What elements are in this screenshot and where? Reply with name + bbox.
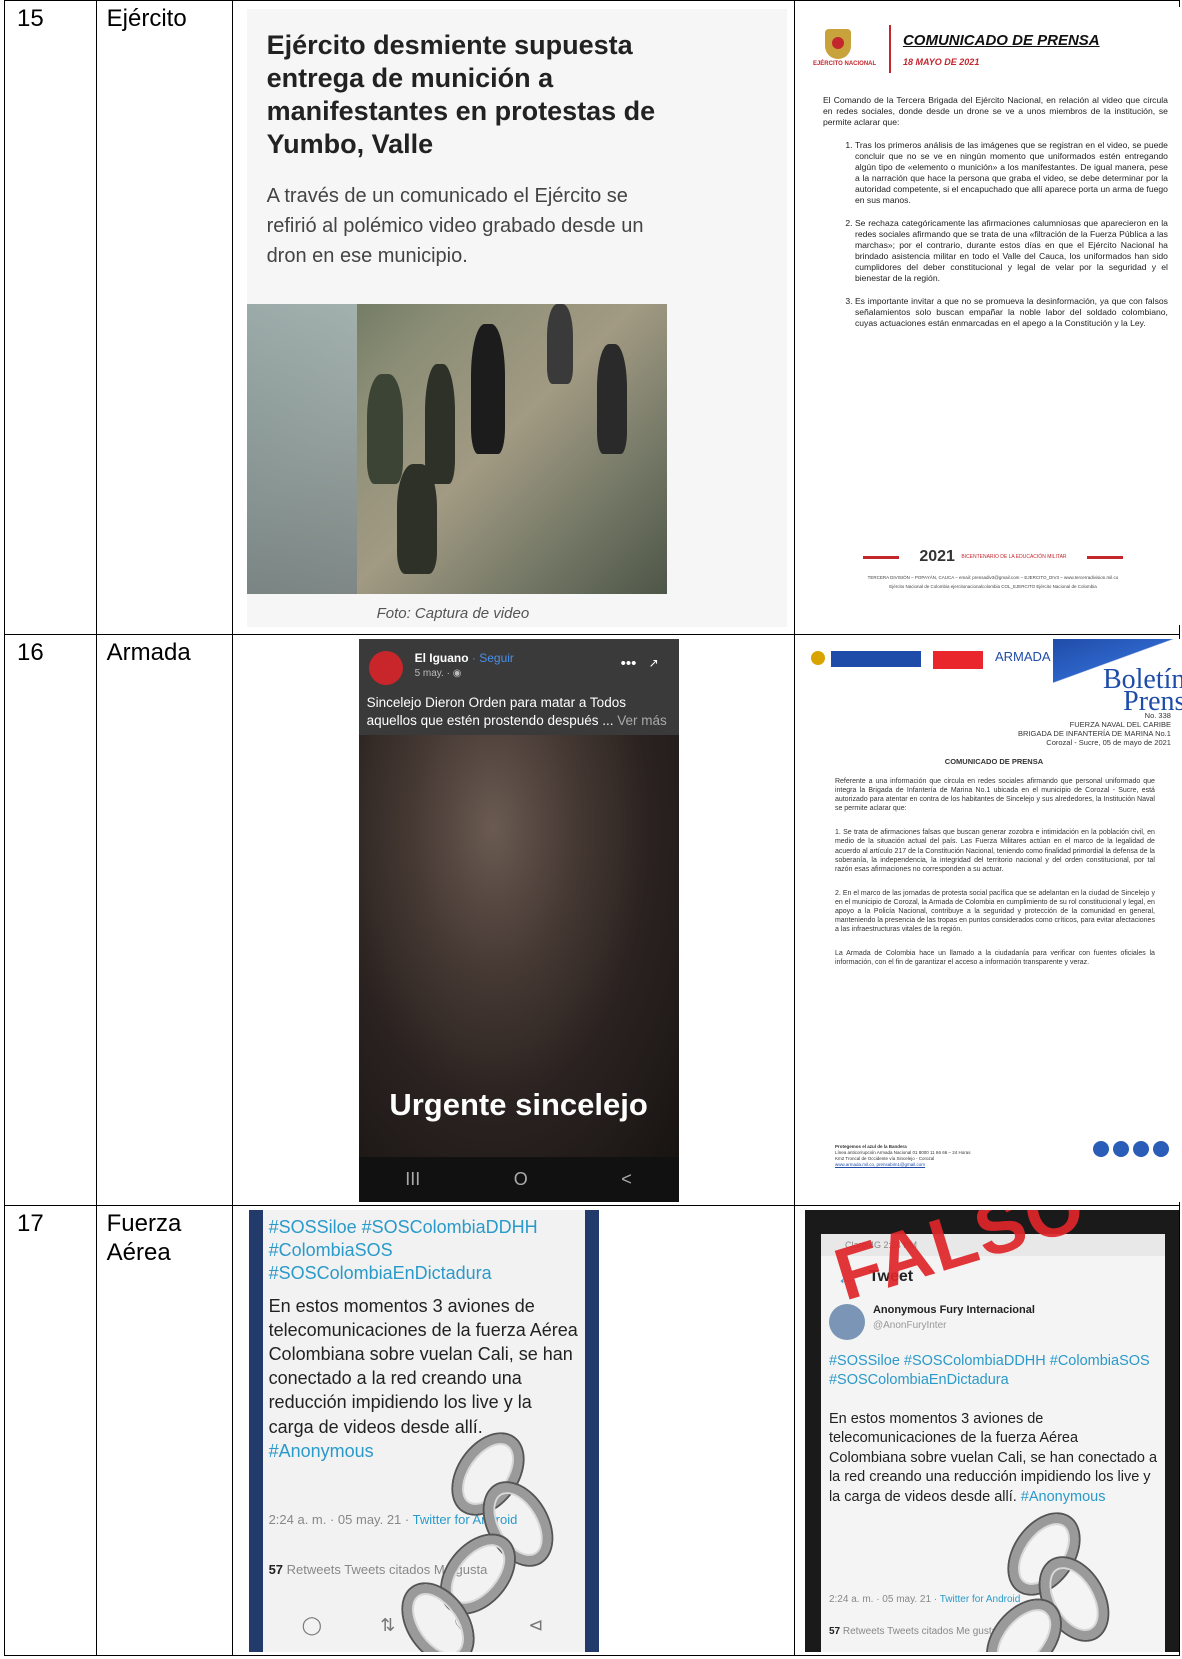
retweet-icon[interactable]: ⇅ — [380, 1615, 395, 1636]
recent-apps-icon[interactable]: III — [405, 1169, 420, 1190]
tweet-screenshot: #SOSSiloe #SOSColombiaDDHH #ColombiaSOS … — [248, 1210, 599, 1652]
news-caption: Foto: Captura de video — [376, 605, 530, 622]
photo-figure — [546, 304, 573, 384]
logo-icon — [1152, 1141, 1169, 1157]
press-release-points: Tras los primeros análisis de las imágen… — [841, 140, 1168, 329]
table-row: 15 Ejército Ejército desmiente supuesta … — [4, 0, 1181, 635]
press-release-title: COMUNICADO DE PRENSA — [902, 32, 1100, 49]
divider — [1086, 555, 1123, 559]
photo-figure — [470, 324, 505, 454]
list-item: Tras los primeros análisis de las imágen… — [855, 140, 1168, 206]
globe-icon: ◉ — [452, 668, 462, 679]
list-item: Se rechaza categóricamente las afirmacio… — [855, 218, 1168, 284]
photo-figure — [424, 364, 455, 484]
row-number: 15 — [4, 0, 97, 635]
home-icon[interactable]: O — [514, 1169, 528, 1190]
tweet-account-handle: @AnonFuryInter — [872, 1320, 947, 1331]
photo-wall — [246, 304, 357, 594]
logo-icon — [1132, 1141, 1149, 1157]
press-release-body: El Comando de la Tercera Brigada del Ejé… — [823, 95, 1168, 341]
tweet-hashtags: #SOSSiloe #SOSColombiaDDHH #ColombiaSOS … — [828, 1353, 1150, 1388]
footer-logos — [1092, 1141, 1169, 1157]
fake-content-cell: #SOSSiloe #SOSColombiaDDHH #ColombiaSOS … — [231, 1205, 795, 1656]
post-author: El Iguano · Seguir — [414, 651, 514, 665]
army-org-name: EJÉRCITO NACIONAL — [812, 61, 877, 67]
tweet-meta: 2:24 a. m. · 05 may. 21 · Twitter for An… — [828, 1594, 1021, 1605]
footer-year: 2021 — [919, 548, 955, 565]
table-row: 16 Armada El Iguano · Seguir 5 may. · ◉ … — [4, 634, 1182, 1206]
row-number: 16 — [4, 634, 97, 1206]
press-release-date: 18 MAYO DE 2021 — [902, 57, 980, 67]
avatar — [368, 651, 403, 685]
share-icon[interactable]: ⊲ — [528, 1615, 543, 1636]
divider — [862, 555, 899, 559]
row-number: 17 — [4, 1205, 97, 1656]
photo-figure — [366, 374, 403, 484]
bulletin-body: Referente a una información que circula … — [835, 777, 1155, 983]
paragraph: 1. Se trata de afirmaciones falsas que b… — [834, 829, 1155, 873]
navy-bulletin: ARMADA DE COLOMBIA BoletínPrens No. 338 … — [802, 639, 1182, 1202]
divider — [888, 25, 891, 73]
news-title: Ejército desmiente supuesta entrega de m… — [266, 30, 656, 159]
post-header: El Iguano · Seguir 5 may. · ◉ ••• ↗ Sinc… — [358, 639, 679, 735]
tweet-hashtags: #SOSSiloe #SOSColombiaDDHH #ColombiaSOS … — [268, 1217, 538, 1284]
list-item: Es importante invitar a que no se promue… — [855, 296, 1168, 329]
tweet-text: En estos momentos 3 aviones de telecomun… — [268, 1296, 578, 1461]
bulletin-subtitle: COMUNICADO DE PRENSA — [944, 757, 1044, 766]
press-release: EJÉRCITO NACIONAL COMUNICADO DE PRENSA 1… — [804, 7, 1181, 625]
official-response-cell: Claro 4G 2:24 PM ← Tweet Anonymous Fury … — [793, 1205, 1181, 1656]
footer-line: Ejército Nacional de Colombia ejercitona… — [889, 584, 1097, 590]
row-entity: Fuerza Aérea — [95, 1205, 233, 1656]
logo-icon — [1112, 1141, 1129, 1157]
paragraph: Referente a una información que circula … — [834, 778, 1155, 813]
bulletin-header: ARMADA DE COLOMBIA BoletínPrens — [803, 639, 1182, 716]
facebook-post-screenshot: El Iguano · Seguir 5 may. · ◉ ••• ↗ Sinc… — [358, 639, 679, 1202]
bulletin-footer: Protegemos el azul de la Bandera Línea a… — [834, 1144, 971, 1167]
table-row: 17 Fuerza Aérea #SOSSiloe #SOSColombiaDD… — [4, 1205, 1181, 1656]
footer-small: BICENTENARIO DE LA EDUCACIÓN MILITAR — [961, 554, 1067, 561]
post-text: Sincelejo Dieron Orden para matar a Todo… — [366, 695, 667, 728]
bulletin-heading: No. 338 FUERZA NAVAL DEL CARIBE BRIGADA … — [1017, 711, 1171, 747]
gov-logo — [830, 651, 921, 667]
seal-icon — [810, 651, 825, 665]
army-shield-icon — [824, 29, 851, 59]
news-subtitle: A través de un comunicado el Ejército se… — [266, 185, 644, 267]
video-overlay-text: Urgente sincelejo — [389, 1087, 648, 1122]
tweet-meta: 2:24 a. m. · 05 may. 21 · Twitter for An… — [268, 1512, 518, 1527]
row-entity: Armada — [95, 634, 233, 1206]
reply-icon[interactable]: ◯ — [302, 1615, 322, 1636]
campaign-logo — [932, 651, 983, 669]
bulletin-title: Boletín Prens — [1102, 664, 1182, 718]
press-release-footer: 2021 BICENTENARIO DE LA EDUCACIÓN MILITA… — [805, 547, 1181, 590]
paragraph: La Armada de Colombia hace un llamado a … — [834, 950, 1155, 967]
fake-content-cell: El Iguano · Seguir 5 may. · ◉ ••• ↗ Sinc… — [231, 634, 795, 1206]
post-date: 5 may. · ◉ — [414, 668, 462, 679]
more-options-icon[interactable]: ••• — [621, 655, 637, 672]
tweet-stats: 57 Retweets Tweets citados Me gusta — [828, 1626, 998, 1637]
official-response-cell: EJÉRCITO NACIONAL COMUNICADO DE PRENSA 1… — [793, 0, 1181, 635]
android-nav-bar: III O < — [358, 1157, 679, 1202]
news-card: Ejército desmiente supuesta entrega de m… — [246, 9, 787, 627]
tweet-phone-screenshot: Claro 4G 2:24 PM ← Tweet Anonymous Fury … — [804, 1210, 1179, 1652]
tweet-text: En estos momentos 3 aviones de telecomun… — [828, 1411, 1158, 1505]
press-release-intro: El Comando de la Tercera Brigada del Ejé… — [822, 95, 1168, 127]
footer-line: TERCERA DIVISIÓN – POPAYÁN, CAUCA – emai… — [867, 575, 1119, 581]
fake-content-cell: Ejército desmiente supuesta entrega de m… — [231, 0, 795, 635]
official-response-cell: ARMADA DE COLOMBIA BoletínPrens No. 338 … — [793, 634, 1182, 1206]
paragraph: 2. En el marco de las jornadas de protes… — [834, 889, 1155, 934]
fact-check-table: 15 Ejército Ejército desmiente supuesta … — [4, 0, 1182, 1656]
row-entity: Ejército — [95, 0, 233, 635]
logo-icon — [1092, 1141, 1109, 1157]
photo-figure — [596, 344, 627, 454]
news-photo — [246, 304, 667, 594]
photo-figure — [396, 464, 437, 574]
tweet-account-name: Anonymous Fury Internacional — [872, 1304, 1035, 1316]
back-icon[interactable]: < — [621, 1169, 632, 1190]
expand-icon[interactable]: ↗ — [649, 656, 659, 670]
